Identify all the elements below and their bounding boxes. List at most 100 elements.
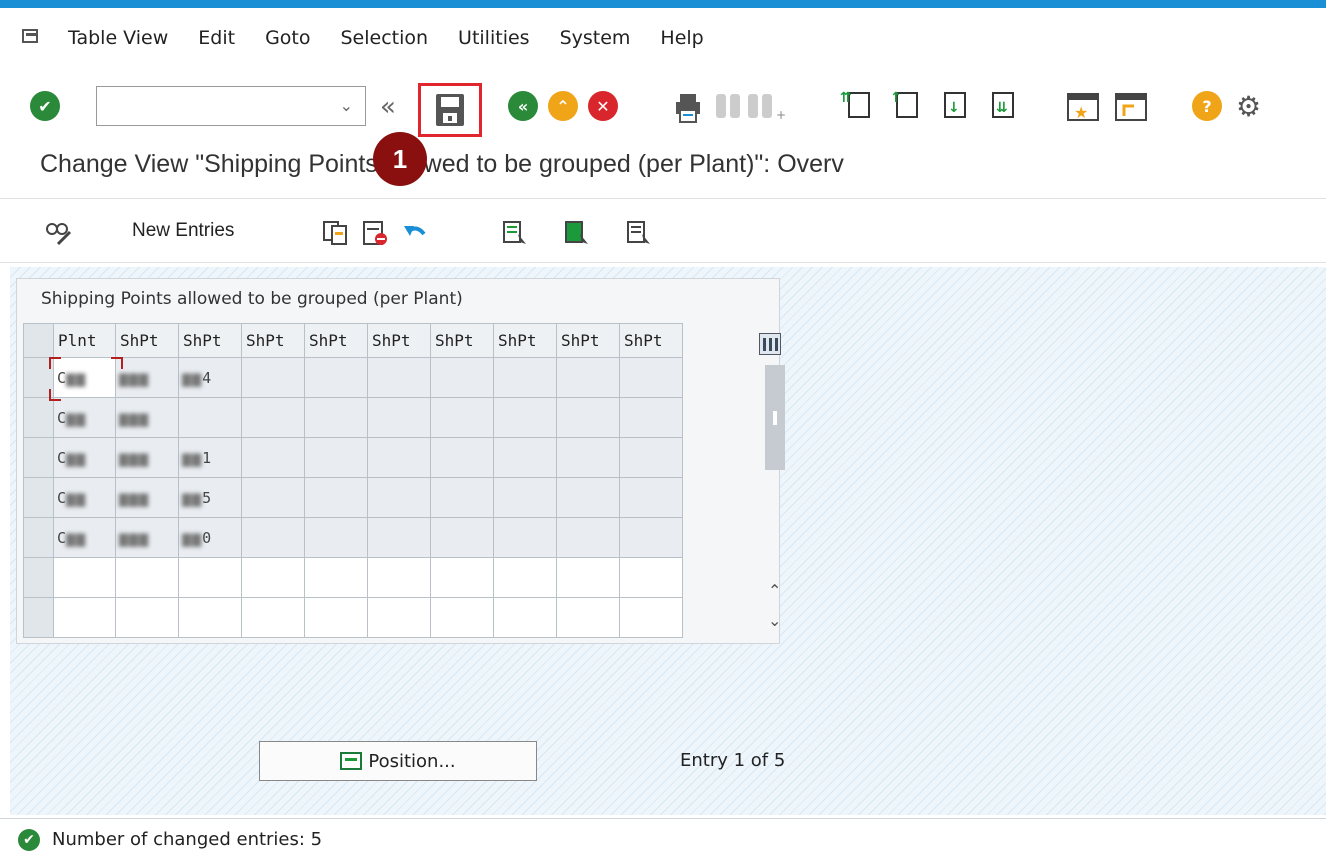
shpt-cell[interactable]: ▆▆1 bbox=[178, 437, 242, 478]
plant-cell[interactable]: C▆▆ bbox=[53, 437, 116, 478]
table-row[interactable] bbox=[23, 597, 683, 638]
shpt-cell[interactable] bbox=[493, 397, 557, 438]
plant-cell[interactable]: C▆▆ bbox=[53, 397, 116, 438]
shpt-cell[interactable] bbox=[304, 517, 368, 558]
plant-cell[interactable]: C▆▆ bbox=[53, 357, 116, 398]
shpt-cell[interactable] bbox=[241, 477, 305, 518]
shpt-cell[interactable] bbox=[367, 397, 431, 438]
shpt-cell[interactable] bbox=[241, 557, 305, 598]
shpt-cell[interactable] bbox=[556, 517, 620, 558]
shpt-cell[interactable]: ▆▆▆ bbox=[115, 437, 179, 478]
copy-icon[interactable] bbox=[322, 220, 348, 250]
delete-icon[interactable] bbox=[362, 220, 388, 250]
shpt-cell[interactable] bbox=[430, 357, 494, 398]
create-session-icon[interactable]: ★ bbox=[1066, 92, 1100, 126]
shpt-cell[interactable]: ▆▆4 bbox=[178, 357, 242, 398]
shpt-cell[interactable]: ▆▆▆ bbox=[115, 357, 179, 398]
column-header-shpt[interactable]: ShPt bbox=[115, 323, 179, 358]
shpt-cell[interactable] bbox=[430, 397, 494, 438]
menu-edit[interactable]: Edit bbox=[198, 27, 235, 49]
row-selector[interactable] bbox=[23, 477, 54, 518]
shpt-cell[interactable] bbox=[367, 597, 431, 638]
shpt-cell[interactable] bbox=[430, 517, 494, 558]
first-page-icon[interactable]: ⇈ bbox=[840, 90, 870, 118]
plant-cell[interactable]: C▆▆ bbox=[53, 477, 116, 518]
menu-goto[interactable]: Goto bbox=[265, 27, 310, 49]
shpt-cell[interactable]: ▆▆▆ bbox=[115, 397, 179, 438]
shpt-cell[interactable] bbox=[115, 557, 179, 598]
menu-toggle-icon[interactable] bbox=[22, 29, 44, 47]
undo-icon[interactable] bbox=[402, 220, 428, 250]
position-button[interactable]: Position... bbox=[259, 741, 537, 781]
shpt-cell[interactable] bbox=[178, 597, 242, 638]
shpt-cell[interactable] bbox=[304, 437, 368, 478]
chevron-down-icon[interactable]: ⌄ bbox=[340, 96, 353, 115]
menu-table-view[interactable]: Table View bbox=[68, 27, 168, 49]
shpt-cell[interactable] bbox=[241, 597, 305, 638]
column-header-shpt[interactable]: ShPt bbox=[430, 323, 494, 358]
plant-cell[interactable] bbox=[53, 557, 116, 598]
enter-icon[interactable]: ✔ bbox=[30, 91, 60, 121]
row-selector[interactable] bbox=[23, 437, 54, 478]
menu-utilities[interactable]: Utilities bbox=[458, 27, 530, 49]
shpt-cell[interactable]: ▆▆▆ bbox=[115, 477, 179, 518]
help-icon[interactable]: ? bbox=[1192, 91, 1222, 121]
shpt-cell[interactable] bbox=[556, 397, 620, 438]
shpt-cell[interactable] bbox=[619, 397, 683, 438]
menu-selection[interactable]: Selection bbox=[340, 27, 428, 49]
shpt-cell[interactable] bbox=[304, 357, 368, 398]
back-arrows-icon[interactable]: « bbox=[380, 92, 396, 122]
plant-cell[interactable] bbox=[53, 597, 116, 638]
column-header-shpt[interactable]: ShPt bbox=[556, 323, 620, 358]
shpt-cell[interactable] bbox=[430, 597, 494, 638]
shpt-cell[interactable] bbox=[619, 557, 683, 598]
settings-icon[interactable]: ⚙ bbox=[1236, 90, 1261, 123]
table-row[interactable]: C▆▆ ▆▆▆ ▆▆1 bbox=[23, 437, 683, 478]
shpt-cell[interactable] bbox=[619, 437, 683, 478]
shpt-cell[interactable] bbox=[619, 477, 683, 518]
column-settings-icon[interactable] bbox=[759, 333, 781, 355]
command-input[interactable] bbox=[97, 87, 327, 123]
shpt-cell[interactable] bbox=[304, 557, 368, 598]
select-all-icon[interactable] bbox=[502, 220, 528, 250]
shpt-cell[interactable] bbox=[556, 557, 620, 598]
next-page-icon[interactable]: ↓ bbox=[944, 92, 966, 118]
shpt-cell[interactable] bbox=[493, 597, 557, 638]
menu-help[interactable]: Help bbox=[660, 27, 703, 49]
shpt-cell[interactable] bbox=[241, 437, 305, 478]
shpt-cell[interactable] bbox=[493, 437, 557, 478]
scroll-down-icon[interactable]: ⌄ bbox=[768, 611, 781, 630]
save-button[interactable] bbox=[418, 83, 482, 137]
shpt-cell[interactable] bbox=[241, 357, 305, 398]
display-change-icon[interactable] bbox=[44, 218, 72, 250]
row-selector[interactable] bbox=[23, 557, 54, 598]
menu-system[interactable]: System bbox=[560, 27, 631, 49]
shpt-cell[interactable] bbox=[556, 357, 620, 398]
column-header-shpt[interactable]: ShPt bbox=[619, 323, 683, 358]
shpt-cell[interactable] bbox=[619, 597, 683, 638]
table-row[interactable] bbox=[23, 557, 683, 598]
shpt-cell[interactable] bbox=[178, 397, 242, 438]
shpt-cell[interactable] bbox=[493, 477, 557, 518]
shpt-cell[interactable] bbox=[493, 517, 557, 558]
row-selector[interactable] bbox=[23, 517, 54, 558]
table-row[interactable]: C▆▆ ▆▆▆ bbox=[23, 397, 683, 438]
row-selector[interactable] bbox=[23, 597, 54, 638]
shpt-cell[interactable] bbox=[241, 397, 305, 438]
shpt-cell[interactable] bbox=[556, 437, 620, 478]
shpt-cell[interactable]: ▆▆0 bbox=[178, 517, 242, 558]
print-icon[interactable] bbox=[672, 92, 704, 128]
column-header-shpt[interactable]: ShPt bbox=[493, 323, 557, 358]
shpt-cell[interactable] bbox=[178, 557, 242, 598]
column-header-plnt[interactable]: Plnt bbox=[53, 323, 116, 358]
status-message[interactable]: Number of changed entries: 5 bbox=[52, 829, 322, 850]
exit-icon[interactable]: ⌃ bbox=[548, 91, 578, 121]
plant-cell[interactable]: C▆▆ bbox=[53, 517, 116, 558]
cancel-icon[interactable]: ✕ bbox=[588, 91, 618, 121]
column-header-shpt[interactable]: ShPt bbox=[304, 323, 368, 358]
shpt-cell[interactable] bbox=[493, 357, 557, 398]
row-selector[interactable] bbox=[23, 397, 54, 438]
shpt-cell[interactable]: ▆▆▆ bbox=[115, 517, 179, 558]
table-row[interactable]: C▆▆ ▆▆▆ ▆▆0 bbox=[23, 517, 683, 558]
shpt-cell[interactable] bbox=[304, 397, 368, 438]
